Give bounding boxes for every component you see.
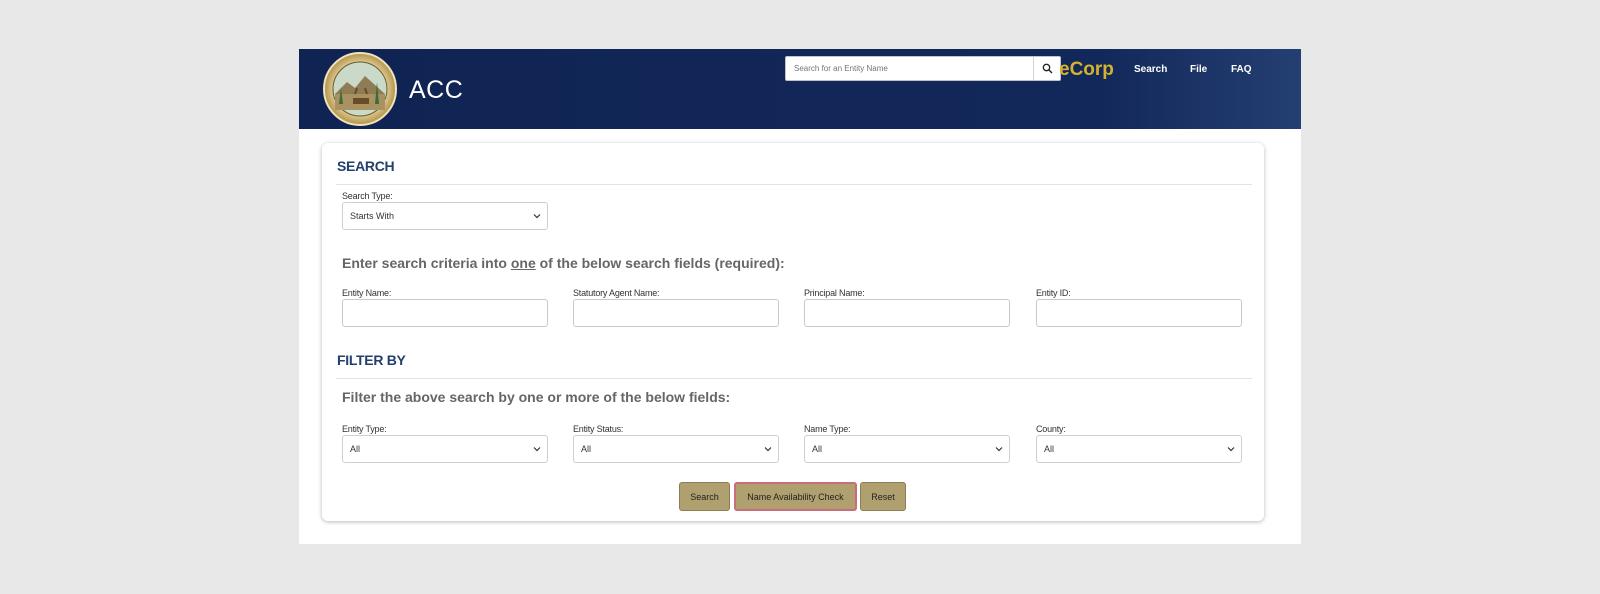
state-seal-logo[interactable]	[323, 52, 397, 126]
chevron-down-icon	[533, 214, 541, 219]
search-section-title: SEARCH	[337, 158, 395, 174]
ecorp-logo-text[interactable]: eCorp	[1059, 59, 1114, 81]
screenshot-frame: ACC eCorp Search File FAQ SEARCH Search …	[0, 0, 1600, 594]
principal-name-label: Principal Name:	[804, 288, 865, 298]
name-availability-check-button[interactable]: Name Availability Check	[734, 482, 857, 511]
search-type-value: Starts With	[350, 211, 395, 221]
filter-instruction: Filter the above search by one or more o…	[342, 389, 731, 405]
name-type-value: All	[812, 444, 823, 454]
entity-id-label: Entity ID:	[1036, 288, 1071, 298]
search-type-select[interactable]: Starts With	[342, 202, 548, 230]
brand-title: ACC	[409, 76, 464, 104]
chevron-down-icon	[764, 447, 772, 452]
entity-status-label: Entity Status:	[573, 424, 624, 434]
nav-faq-link[interactable]: FAQ	[1231, 64, 1252, 75]
search-icon	[1042, 63, 1052, 74]
chevron-down-icon	[1227, 447, 1235, 452]
entity-status-select[interactable]: All	[573, 435, 779, 463]
statutory-agent-label: Statutory Agent Name:	[573, 288, 660, 298]
county-value: All	[1044, 444, 1055, 454]
name-type-label: Name Type:	[804, 424, 851, 434]
ecorp-page: ACC eCorp Search File FAQ SEARCH Search …	[299, 49, 1301, 544]
search-button[interactable]: Search	[679, 482, 730, 511]
entity-name-input[interactable]	[342, 299, 548, 327]
nav-file-link[interactable]: File	[1190, 64, 1207, 75]
entity-type-label: Entity Type:	[342, 424, 387, 434]
header-search-button[interactable]	[1033, 57, 1060, 80]
county-select[interactable]: All	[1036, 435, 1242, 463]
entity-type-value: All	[350, 444, 361, 454]
name-type-select[interactable]: All	[804, 435, 1010, 463]
reset-button[interactable]: Reset	[860, 482, 906, 511]
instruction-text-2: of the below search fields (required):	[535, 255, 785, 271]
search-type-label: Search Type:	[342, 191, 393, 201]
nav-search-link[interactable]: Search	[1134, 64, 1167, 75]
search-card: SEARCH Search Type: Starts With Enter se…	[322, 143, 1264, 521]
search-instruction: Enter search criteria into one of the be…	[342, 255, 785, 271]
entity-name-label: Entity Name:	[342, 288, 392, 298]
statutory-agent-input[interactable]	[573, 299, 779, 327]
entity-type-select[interactable]: All	[342, 435, 548, 463]
entity-search-input[interactable]	[786, 57, 1032, 80]
entity-id-input[interactable]	[1036, 299, 1242, 327]
seal-graphic	[332, 61, 388, 117]
chevron-down-icon	[533, 447, 541, 452]
header-search-box	[785, 56, 1061, 81]
instruction-text-1: Enter search criteria into	[342, 255, 511, 271]
search-divider	[336, 184, 1252, 185]
filter-divider	[336, 378, 1252, 379]
instruction-emphasis: one	[510, 255, 536, 271]
filter-section-title: FILTER BY	[337, 352, 406, 368]
site-header: ACC eCorp Search File FAQ	[299, 49, 1301, 129]
county-label: County:	[1036, 424, 1066, 434]
entity-status-value: All	[581, 444, 592, 454]
chevron-down-icon	[995, 447, 1003, 452]
principal-name-input[interactable]	[804, 299, 1010, 327]
